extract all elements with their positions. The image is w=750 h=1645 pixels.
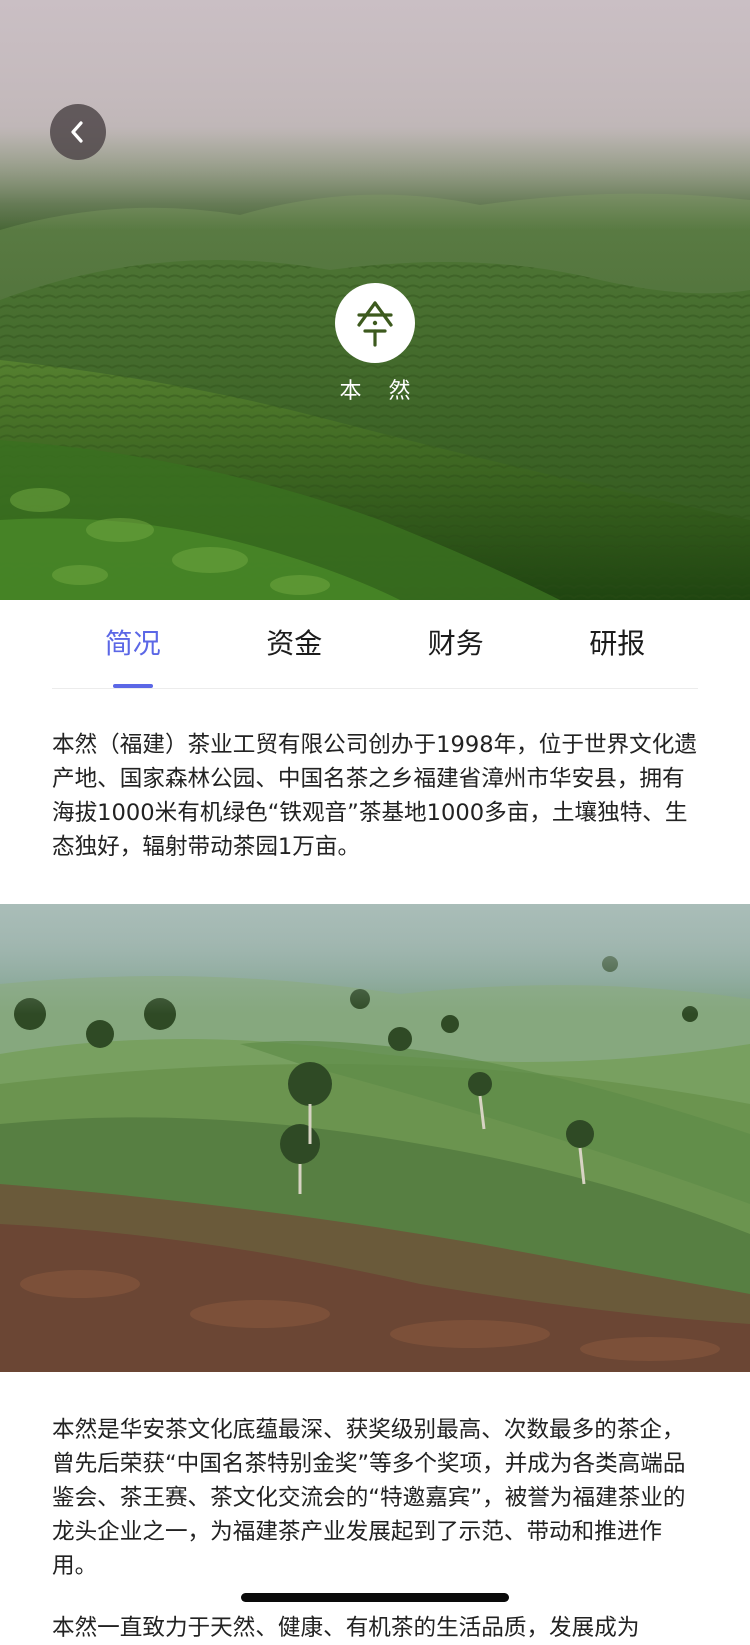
company-mission-paragraph: 本然一直致力于天然、健康、有机茶的生活品质，发展成为 [52, 1615, 640, 1641]
tab-finance[interactable]: 财务 [375, 600, 537, 688]
tab-label: 财务 [427, 627, 484, 660]
company-intro-paragraph: 本然（福建）茶业工贸有限公司创办于1998年，位于世界文化遗产地、国家森林公园、… [52, 732, 697, 860]
active-tab-indicator [112, 684, 153, 688]
tab-overview[interactable]: 简况 [52, 600, 214, 688]
company-awards-paragraph: 本然是华安茶文化底蕴最深、获奖级别最高、次数最多的茶企，曾先后荣获“中国名茶特别… [52, 1417, 686, 1579]
tab-bar: 简况 资金 财务 研报 [52, 600, 698, 689]
tea-character-logo-icon [357, 301, 393, 347]
brand-logo [335, 283, 415, 363]
home-indicator[interactable] [241, 1593, 509, 1602]
brand: 本 然 [0, 283, 750, 405]
brand-name: 本 然 [339, 379, 421, 404]
tea-field-image [0, 904, 750, 1372]
tab-label: 研报 [589, 627, 646, 660]
tab-label: 简况 [104, 627, 161, 660]
back-button[interactable] [50, 104, 106, 160]
tab-funds[interactable]: 资金 [214, 600, 376, 688]
tab-label: 资金 [266, 627, 323, 660]
chevron-left-icon [71, 121, 83, 143]
tab-research-reports[interactable]: 研报 [537, 600, 699, 688]
hero-banner: 本 然 [0, 0, 750, 600]
